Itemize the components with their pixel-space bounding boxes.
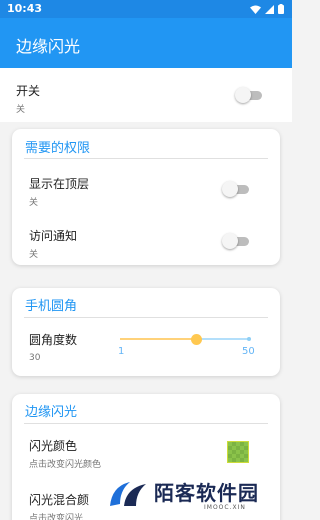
corner-radius-item: 圆角度数 30 [29, 331, 77, 363]
flash-color-title: 闪光颜色 [29, 439, 78, 453]
watermark-subtext: IMOOC.XIN [204, 504, 246, 511]
flash-color-swatch[interactable] [227, 441, 249, 463]
master-switch-row[interactable]: 开关 关 [0, 68, 292, 122]
permission-item-value: 关 [29, 250, 39, 260]
permission-item-title: 显示在顶层 [29, 177, 90, 191]
status-bar: 10:43 [0, 0, 292, 18]
card-divider [24, 158, 268, 159]
notification-permission-toggle[interactable] [222, 233, 252, 249]
wifi-icon [250, 5, 261, 14]
flash-color-subtitle: 点击改变闪光颜色 [29, 460, 102, 470]
overlay-permission-toggle[interactable] [222, 181, 252, 197]
app-bar: 边缘闪光 [0, 18, 292, 68]
master-switch-toggle[interactable] [235, 87, 265, 103]
flash-color-item[interactable]: 闪光颜色 点击改变闪光颜色 [29, 437, 101, 470]
permission-item-value: 关 [29, 198, 39, 208]
corner-card: 手机圆角 圆角度数 30 1 50 [12, 288, 280, 376]
corner-radius-title: 圆角度数 [29, 333, 78, 347]
status-icons [250, 4, 284, 14]
slider-end-dot [247, 337, 251, 341]
watermark-logo [110, 482, 146, 506]
card-divider [24, 317, 268, 318]
slider-thumb[interactable] [190, 333, 202, 345]
card-divider [24, 423, 268, 424]
flash-blend-item[interactable]: 闪光混合颜 点击改变闪光 [29, 491, 89, 520]
permission-item-title: 访问通知 [29, 229, 78, 243]
watermark-text: 陌客软件园 [154, 481, 259, 505]
permission-item-notification[interactable]: 访问通知 关 [29, 227, 77, 260]
master-switch-value: 关 [16, 105, 26, 115]
slider-min-label: 1 [118, 346, 125, 357]
permission-item-overlay[interactable]: 显示在顶层 关 [29, 175, 89, 208]
flash-blend-subtitle: 点击改变闪光 [29, 514, 84, 520]
permissions-title: 需要的权限 [25, 141, 91, 156]
corner-title: 手机圆角 [25, 299, 78, 314]
master-switch-title: 开关 [16, 84, 41, 98]
slider-track-active [120, 338, 197, 340]
edge-flash-title: 边缘闪光 [25, 405, 78, 420]
slider-track-inactive [196, 338, 249, 340]
status-time: 10:43 [7, 2, 43, 15]
flash-blend-title: 闪光混合颜 [29, 493, 90, 507]
watermark: 陌客软件园 IMOOC.XIN [104, 470, 292, 520]
corner-radius-value: 30 [29, 353, 41, 363]
slider-max-label: 50 [242, 346, 255, 357]
battery-icon [278, 4, 284, 14]
permissions-card: 需要的权限 显示在顶层 关 访问通知 关 [12, 129, 280, 265]
app-title: 边缘闪光 [16, 37, 81, 56]
signal-icon [265, 4, 274, 14]
